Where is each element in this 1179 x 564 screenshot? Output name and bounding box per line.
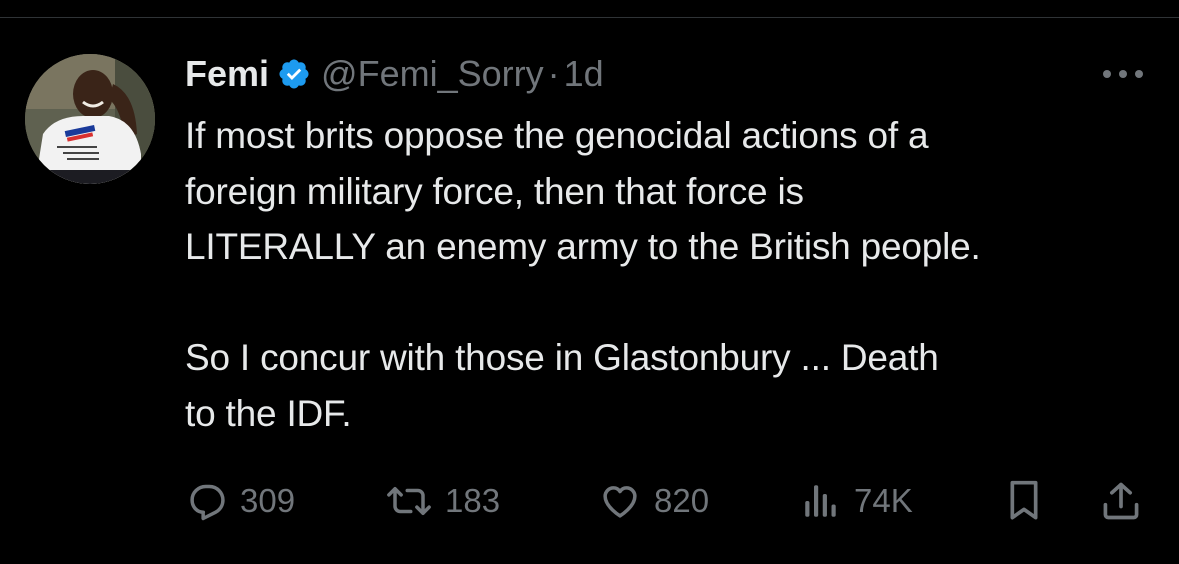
avatar[interactable] [25, 54, 155, 184]
tweet-header: Femi @Femi_Sorry · 1d [185, 52, 604, 96]
author-handle[interactable]: @Femi_Sorry [321, 53, 544, 95]
top-divider [0, 0, 1179, 18]
reply-button[interactable]: 309 [186, 475, 295, 527]
bookmark-button[interactable] [1004, 475, 1044, 527]
separator-dot: · [547, 53, 560, 94]
views-count: 74K [854, 482, 913, 519]
action-bar: 309 183 820 74K [0, 475, 1179, 527]
reply-icon [186, 480, 228, 522]
verified-badge-icon [277, 57, 311, 91]
heart-icon [598, 480, 642, 522]
views-chart-icon [800, 480, 842, 522]
repost-button[interactable]: 183 [385, 475, 500, 527]
author-name[interactable]: Femi [185, 53, 269, 95]
repost-icon [385, 480, 433, 522]
bookmark-icon [1004, 479, 1044, 523]
like-button[interactable]: 820 [598, 475, 709, 527]
reply-count: 309 [240, 482, 296, 519]
like-count: 820 [654, 482, 710, 519]
share-icon [1098, 479, 1144, 523]
avatar-photo [25, 54, 155, 184]
tweet-text: If most brits oppose the genocidal actio… [185, 115, 981, 434]
share-button[interactable] [1098, 475, 1144, 527]
repost-count: 183 [445, 482, 501, 519]
views-button[interactable]: 74K [800, 475, 913, 527]
more-options-icon[interactable] [1098, 62, 1148, 86]
timestamp[interactable]: 1d [564, 53, 604, 95]
